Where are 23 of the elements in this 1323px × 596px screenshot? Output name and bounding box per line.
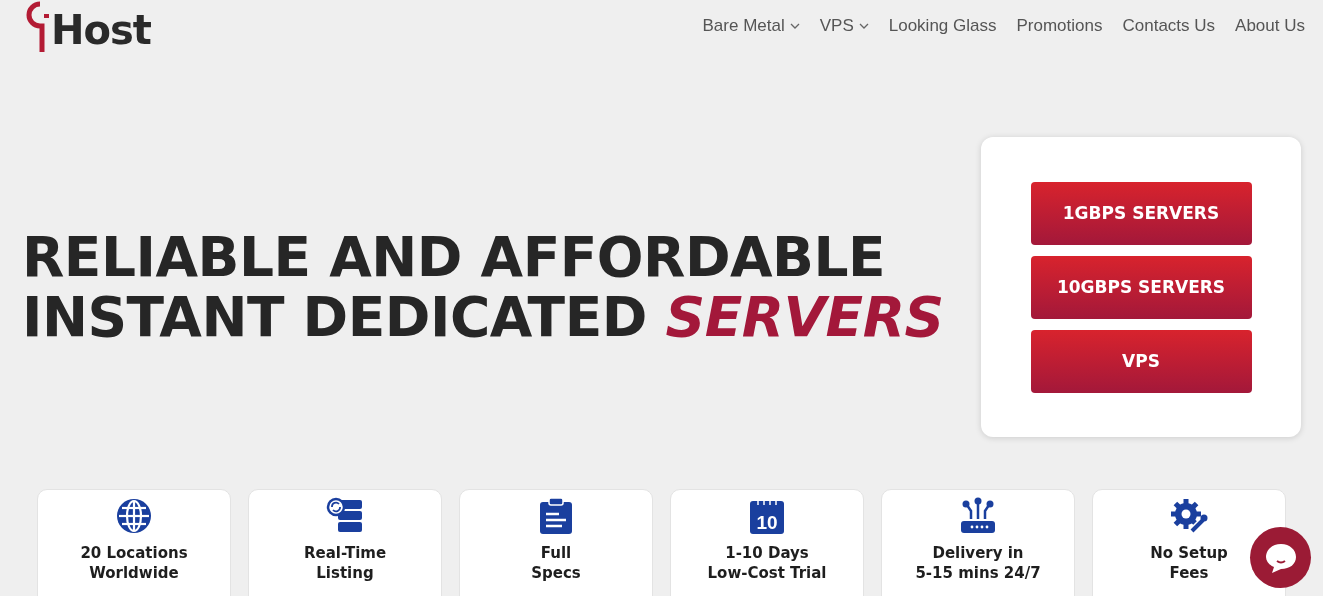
quick-link-button[interactable]: VPS xyxy=(1030,329,1252,393)
globe-icon xyxy=(115,497,153,535)
hero-heading: RELIABLE AND AFFORDABLE INSTANT DEDICATED SERVERS xyxy=(22,227,944,347)
nav-link[interactable]: Contacts Us xyxy=(1122,16,1216,36)
quick-link-button[interactable]: 1GBPS SERVERS xyxy=(1030,181,1252,245)
gear-wrench-icon xyxy=(1170,497,1208,535)
chat-bubble-icon xyxy=(1263,541,1298,574)
feature-title: Real-Time Listing xyxy=(303,543,387,583)
nav-link[interactable]: About Us xyxy=(1235,16,1305,36)
quick-link-button[interactable]: 10GBPS SERVERS xyxy=(1030,255,1252,319)
nav-link[interactable]: Promotions xyxy=(1016,16,1103,36)
feature-title: No Setup Fees xyxy=(1150,543,1228,583)
nav-link[interactable]: Looking Glass xyxy=(888,16,997,36)
nav-link[interactable]: VPS xyxy=(819,16,869,36)
feature-title: Full Specs xyxy=(531,543,581,583)
server-sync-icon xyxy=(326,497,364,535)
feature-title: 1-10 Days Low-Cost Trial xyxy=(707,543,827,583)
logo-text[interactable]: Host xyxy=(51,10,151,52)
feature-title: 20 Locations Worldwide xyxy=(80,543,188,583)
clipboard-icon xyxy=(537,497,575,535)
nav-link[interactable]: Bare Metal xyxy=(702,16,800,36)
feature-title: Delivery in 5-15 mins 24/7 xyxy=(915,543,1041,583)
router-icon xyxy=(959,497,997,535)
